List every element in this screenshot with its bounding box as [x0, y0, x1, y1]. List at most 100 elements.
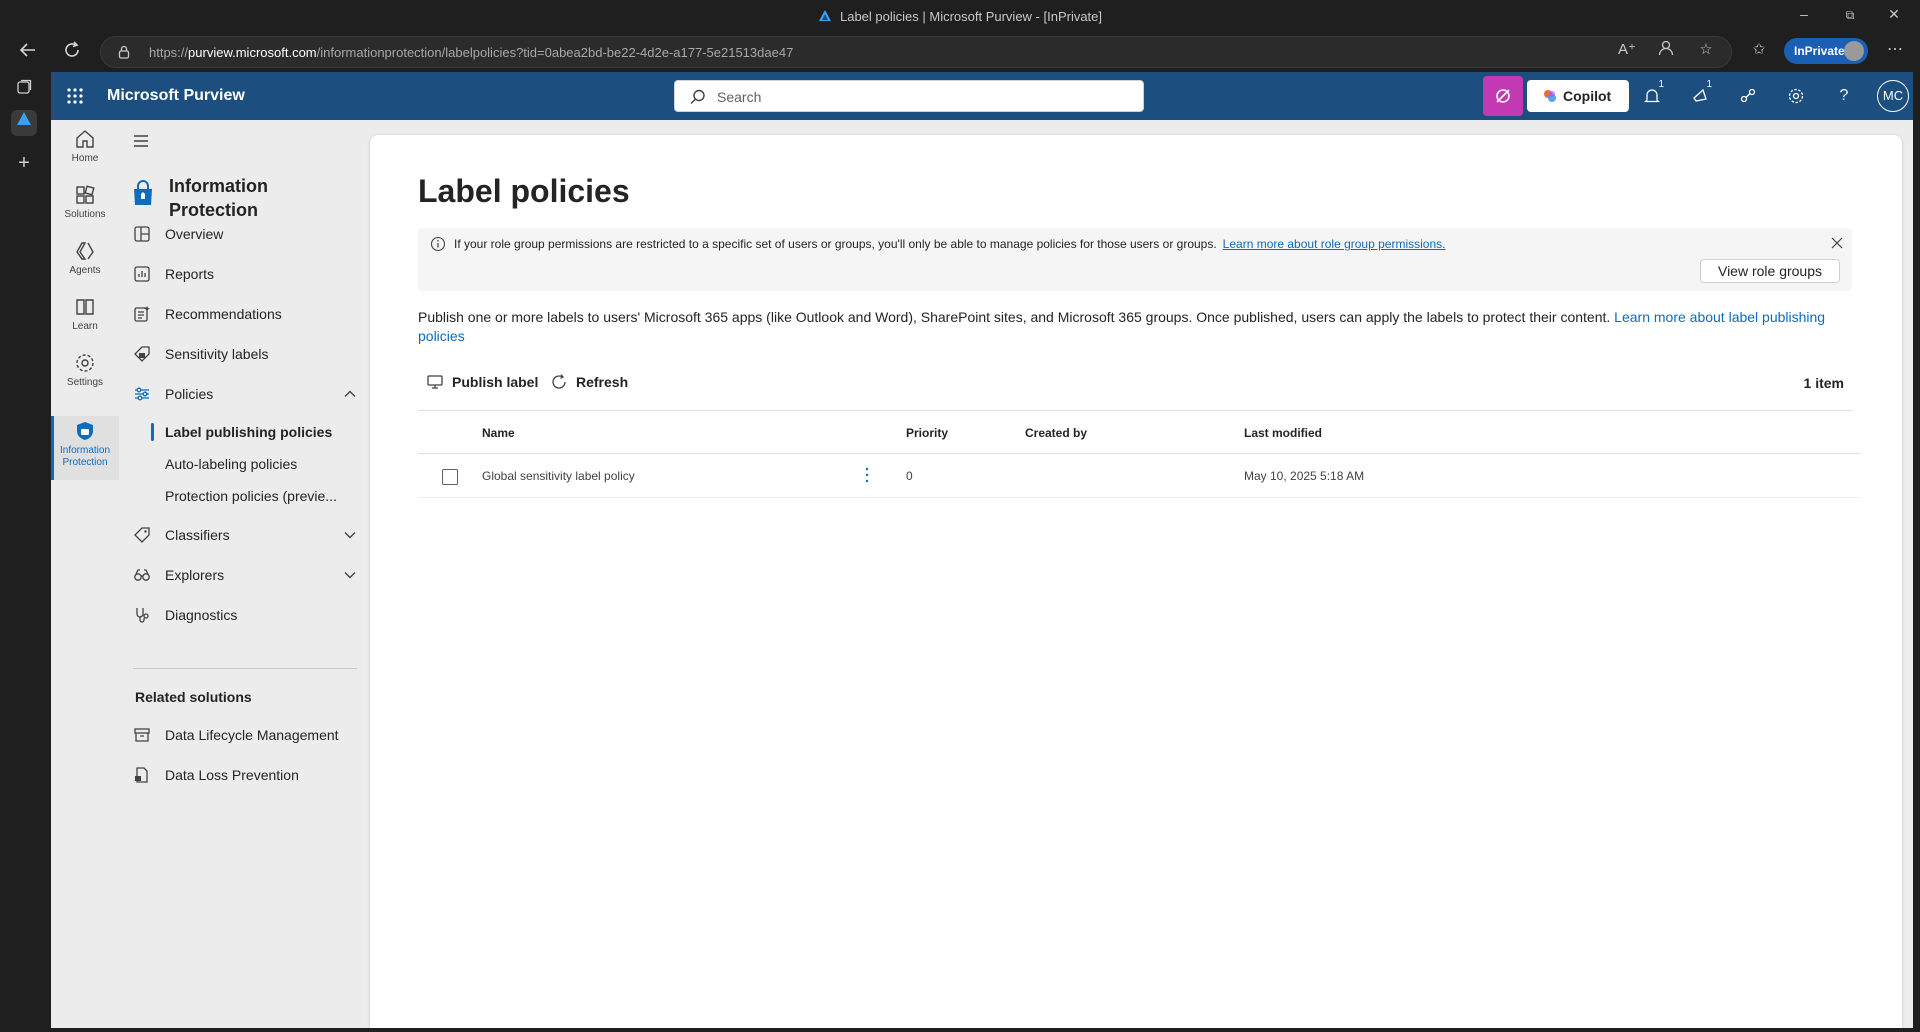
reload-icon	[65, 41, 79, 57]
whats-new-button[interactable]: 1	[1684, 80, 1716, 112]
content-card: Label policies If your role group permis…	[370, 135, 1902, 1028]
notifications-badge: 1	[1658, 79, 1664, 90]
nav-protection-policies[interactable]: Protection policies (previe...	[165, 481, 359, 511]
nav-policies[interactable]: Policies	[129, 377, 359, 411]
search-box[interactable]	[674, 80, 1144, 112]
inprivate-badge[interactable]: InPrivate	[1784, 38, 1868, 64]
nav-label-publishing-policies[interactable]: Label publishing policies	[151, 417, 359, 447]
profile-avatar	[1844, 41, 1864, 61]
account-avatar[interactable]: MC	[1877, 80, 1909, 112]
more-actions-icon[interactable]	[861, 465, 873, 485]
copilot-button[interactable]: Copilot	[1527, 80, 1629, 112]
refresh-icon	[552, 374, 566, 389]
app-launcher-icon[interactable]	[63, 84, 87, 108]
role-group-permissions-link[interactable]: Learn more about role group permissions.	[1223, 237, 1446, 251]
tab-actions-icon[interactable]	[11, 78, 37, 104]
profile-sync-icon[interactable]	[1655, 39, 1677, 61]
reports-icon	[134, 266, 150, 282]
connections-button[interactable]	[1732, 80, 1764, 112]
related-solutions-header: Related solutions	[135, 689, 252, 705]
column-header-priority[interactable]: Priority	[906, 426, 948, 440]
info-icon	[430, 236, 446, 252]
nav-sensitivity-labels[interactable]: Sensitivity labels	[129, 337, 359, 371]
learn-icon	[76, 299, 94, 315]
app-name[interactable]: Microsoft Purview	[107, 87, 245, 105]
purview-logo-icon	[818, 10, 831, 21]
rail-settings[interactable]: Settings	[51, 352, 119, 408]
column-header-name[interactable]: Name	[482, 426, 515, 440]
more-options-icon[interactable]: ⋯	[1884, 39, 1906, 61]
nav-recommendations[interactable]: Recommendations	[129, 297, 359, 331]
solutions-icon	[76, 185, 95, 204]
explorers-binoculars-icon	[134, 569, 150, 581]
publish-label-button[interactable]: Publish label	[418, 365, 538, 399]
url-text: https://purview.microsoft.com/informatio…	[149, 45, 794, 60]
close-window-button[interactable]: ✕	[1884, 6, 1904, 23]
address-bar[interactable]: https://purview.microsoft.com/informatio…	[100, 36, 1732, 68]
column-header-created-by[interactable]: Created by	[1025, 426, 1087, 440]
favorites-icon[interactable]: ✩	[1748, 39, 1770, 61]
lock-icon	[118, 45, 130, 59]
restore-button[interactable]: ⧉	[1840, 8, 1860, 23]
search-input[interactable]	[717, 87, 1117, 107]
refresh-button[interactable]: Refresh	[542, 365, 632, 399]
purview-tab-icon[interactable]	[11, 110, 37, 136]
nav-diagnostics[interactable]: Diagnostics	[129, 598, 359, 632]
rail-solutions[interactable]: Solutions	[51, 184, 119, 240]
rail-information-protection[interactable]: Information Protection	[51, 416, 119, 480]
settings-button[interactable]	[1780, 80, 1812, 112]
page-description: Publish one or more labels to users' Mic…	[418, 309, 1826, 344]
nav-overview[interactable]: Overview	[129, 217, 359, 251]
rail-agents[interactable]: Agents	[51, 240, 119, 296]
whats-new-badge: 1	[1706, 79, 1712, 90]
recommendations-icon	[134, 306, 150, 322]
sensitivity-labels-icon	[134, 346, 150, 362]
copilot-logo-icon	[1544, 90, 1556, 102]
settings-icon	[76, 354, 94, 372]
page-title: Label policies	[418, 173, 630, 209]
nav-data-loss-prevention[interactable]: Data Loss Prevention	[129, 758, 359, 792]
new-tab-icon[interactable]: +	[11, 150, 37, 176]
back-arrow-icon	[19, 43, 35, 57]
rail-home[interactable]: Home	[51, 128, 119, 184]
minimize-button[interactable]: –	[1794, 6, 1814, 22]
gear-icon	[1788, 88, 1804, 104]
table-row[interactable]: Global sensitivity label policy 0 May 10…	[418, 454, 1860, 498]
information-protection-icon	[77, 422, 93, 440]
app-rail: Home Solutions Agents Learn Settings Inf…	[51, 120, 119, 1028]
view-role-groups-button[interactable]: View role groups	[1700, 259, 1840, 283]
home-icon	[76, 130, 94, 148]
agents-icon	[76, 242, 94, 260]
nav-explorers[interactable]: Explorers	[129, 558, 359, 592]
hamburger-menu-icon[interactable]	[132, 132, 150, 150]
security-copilot-button[interactable]	[1483, 76, 1523, 116]
policy-name-cell[interactable]: Global sensitivity label policy	[482, 469, 635, 483]
favorite-star-icon[interactable]: ☆	[1695, 39, 1717, 61]
window-title: Label policies | Microsoft Purview - [In…	[0, 9, 1920, 24]
column-header-last-modified[interactable]: Last modified	[1244, 426, 1322, 440]
info-message-bar: If your role group permissions are restr…	[418, 228, 1852, 291]
purview-app: Microsoft Purview Copilot 1 1 ? M	[51, 72, 1913, 1028]
chevron-down-icon	[344, 572, 356, 579]
item-count: 1 item	[1803, 375, 1844, 391]
nav-divider	[133, 668, 357, 669]
notifications-button[interactable]: 1	[1636, 80, 1668, 112]
nav-auto-labeling-policies[interactable]: Auto-labeling policies	[165, 449, 359, 479]
dismiss-icon[interactable]	[1830, 236, 1844, 250]
nav-data-lifecycle-management[interactable]: Data Lifecycle Management	[129, 718, 359, 752]
back-button[interactable]	[16, 40, 40, 64]
rail-learn[interactable]: Learn	[51, 296, 119, 352]
policies-sliders-icon	[135, 387, 149, 401]
row-checkbox[interactable]	[442, 469, 458, 485]
diagnostics-icon	[136, 608, 149, 623]
nav-classifiers[interactable]: Classifiers	[129, 518, 359, 552]
information-protection-bag-icon	[134, 180, 152, 205]
help-button[interactable]: ?	[1828, 80, 1860, 112]
command-bar: Publish label Refresh 1 item	[418, 365, 1852, 399]
read-aloud-icon[interactable]: A⁺	[1616, 39, 1638, 61]
app-header: Microsoft Purview Copilot 1 1 ? M	[51, 72, 1913, 120]
nav-reports[interactable]: Reports	[129, 257, 359, 291]
copilot-agent-icon	[1496, 89, 1510, 103]
reload-button[interactable]	[60, 40, 84, 64]
help-icon: ?	[1839, 87, 1849, 104]
